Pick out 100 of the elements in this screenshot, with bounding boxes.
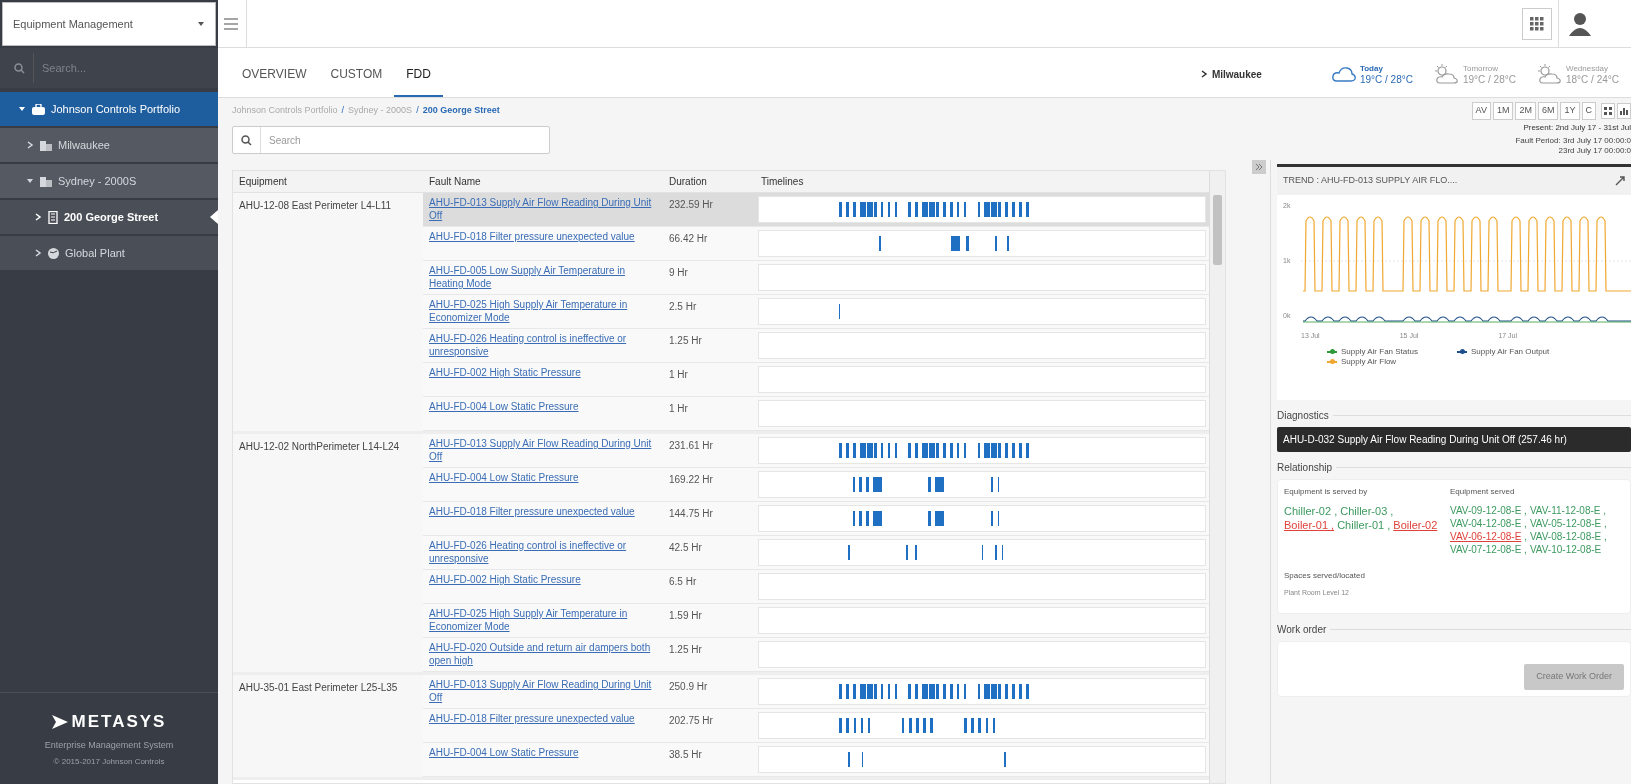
table-row[interactable]: AHU-FD-026 Heating control is ineffective or unresponsive 1.25 Hr (423, 329, 1209, 363)
range-button[interactable]: 2M (1515, 102, 1536, 120)
tree-item[interactable]: 200 George Street (0, 200, 218, 234)
bar-chart-icon (1620, 107, 1628, 115)
table-cell: AHU-35-01 East Perimeter L25-L35 (233, 675, 423, 777)
range-button[interactable]: 1Y (1560, 102, 1580, 120)
fault-link[interactable]: AHU-FD-026 Heating control is ineffective or unresponsive (429, 539, 657, 565)
fault-link[interactable]: AHU-FD-025 High Supply Air Temperature in Economizer Mode (429, 607, 657, 633)
table-row[interactable]: AHU-FD-002 High Static Pressure 1 Hr (423, 363, 1209, 397)
tree-item[interactable]: Sydney - 2000S (0, 164, 218, 198)
equipment-name: VAV-10-12-08-E (1529, 543, 1602, 556)
fault-link[interactable]: AHU-FD-013 Supply Air Flow Reading During Unit Off (429, 437, 657, 463)
range-button[interactable]: C (1581, 102, 1596, 120)
equipment-name: VAV-05-12-08-E , (1529, 517, 1607, 530)
chevron-right-icon[interactable] (26, 141, 34, 149)
range-button[interactable]: 6M (1537, 102, 1559, 120)
table-row[interactable]: AHU-FD-004 Low Static Pressure 169.22 Hr (423, 468, 1209, 502)
apps-button[interactable] (1522, 7, 1552, 40)
collapse-button[interactable] (1252, 160, 1266, 174)
tab[interactable]: OVERVIEW (230, 53, 319, 97)
fault-link[interactable]: AHU-FD-002 High Static Pressure (429, 573, 657, 586)
weather-day: Wednesday (1565, 63, 1619, 74)
table-row[interactable]: AHU-FD-004 Low Static Pressure 38.5 Hr (423, 743, 1209, 777)
caret-down-icon[interactable] (26, 177, 34, 185)
equipment-link[interactable]: Boiler-02 (1393, 518, 1438, 532)
fault-link[interactable]: AHU-FD-013 Supply Air Flow Reading During Unit Off (429, 678, 657, 704)
table-row[interactable]: AHU-FD-013 Supply Air Flow Reading During Unit Off 231.61 Hr (423, 434, 1209, 468)
table-cell-text: 232.59 Hr (668, 198, 714, 212)
fault-link[interactable]: AHU-FD-004 Low Static Pressure (429, 471, 657, 484)
fault-link[interactable]: AHU-FD-020 Outside and return air dampers both open high (429, 641, 657, 667)
range-button[interactable]: 1M (1492, 102, 1514, 120)
table-row[interactable]: AHU-FD-026 Heating control is ineffective or unresponsive 42.5 Hr (423, 536, 1209, 570)
tree-item[interactable]: Johnson Controls Portfolio (0, 92, 218, 126)
table-row[interactable]: AHU-FD-018 Filter pressure unexpected value 144.75 Hr (423, 502, 1209, 536)
chevron-right-icon[interactable] (34, 249, 42, 257)
user-avatar-icon[interactable] (1569, 11, 1591, 36)
column-header: Equipment (238, 175, 288, 189)
caret-down-icon[interactable] (18, 105, 26, 113)
search-field[interactable]: Search (232, 126, 550, 154)
table-row[interactable]: AHU-FD-013 Supply Air Flow Reading During Unit Off 250.9 Hr (423, 675, 1209, 709)
fault-link[interactable]: AHU-FD-018 Filter pressure unexpected value (429, 505, 657, 518)
double-chevron-icon (1255, 163, 1263, 171)
grid-icon (1530, 16, 1544, 31)
search-icon (14, 62, 25, 74)
table-cell-text: 1.25 Hr (668, 334, 703, 348)
fault-link[interactable]: AHU-FD-026 Heating control is ineffective or unresponsive (429, 332, 657, 358)
section-title: Relationship (1277, 461, 1333, 475)
breadcrumb-separator: / (341, 104, 345, 118)
fault-link[interactable]: AHU-FD-002 High Static Pressure (429, 366, 657, 379)
table-cell-text: 66.42 Hr (668, 232, 709, 246)
section-title: Diagnostics (1277, 409, 1329, 423)
fault-link[interactable]: AHU-FD-018 Filter pressure unexpected value (429, 712, 657, 725)
tagline: Enterprise Management System (44, 738, 174, 752)
table-row[interactable]: AHU-FD-004 Low Static Pressure 1 Hr (423, 397, 1209, 431)
fault-link[interactable]: AHU-FD-005 Low Supply Air Temperature in Heating Mode (429, 264, 657, 290)
table-row[interactable]: AHU-FD-025 High Supply Air Temperature in Economizer Mode 2.5 Hr (423, 295, 1209, 329)
tab[interactable]: FDD (394, 53, 443, 97)
table-row[interactable]: AHU-FD-025 High Supply Air Temperature in Economizer Mode 1.59 Hr (423, 604, 1209, 638)
logo-text: METASYS (71, 711, 167, 733)
table-cell-text: 1.25 Hr (668, 643, 703, 657)
search-field[interactable]: Search... (0, 48, 218, 88)
fault-link[interactable]: AHU-FD-013 Supply Air Flow Reading During Unit Off (429, 196, 657, 222)
column-header: Fault Name (428, 175, 482, 189)
equipment-link[interactable]: VAV-06-12-08-E (1450, 530, 1522, 543)
table-cell-text: 250.9 Hr (668, 680, 709, 694)
scrollbar[interactable] (1209, 171, 1225, 783)
legend-label: Supply Air Flow (1341, 357, 1397, 367)
fault-link[interactable]: AHU-FD-004 Low Static Pressure (429, 746, 657, 759)
chart-view-button[interactable] (1617, 103, 1631, 119)
fault-link[interactable]: AHU-FD-025 High Supply Air Temperature in Economizer Mode (429, 298, 657, 324)
equipment-name: VAV-04-12-08-E , (1450, 517, 1527, 530)
module-dropdown[interactable]: Equipment Management (2, 2, 216, 46)
table-row[interactable]: AHU-FD-005 Low Supply Air Temperature in Heating Mode 9 Hr (423, 261, 1209, 295)
equipment-link[interactable]: Boiler-01 , (1284, 518, 1335, 532)
equipment-name: Chiller-02 , (1284, 504, 1338, 518)
tree-item[interactable]: Milwaukee (0, 128, 218, 162)
fault-period: Fault Period: 3rd July 17 00:00:0 (1515, 136, 1631, 146)
section-title: Work order (1277, 622, 1327, 637)
table-row[interactable]: AHU-FD-020 Outside and return air dampers both open high 1.25 Hr (423, 638, 1209, 672)
tree-item[interactable]: Global Plant (0, 236, 218, 270)
table-row[interactable]: AHU-FD-013 Supply Air Flow Reading During Unit Off 232.59 Hr (423, 193, 1209, 227)
field-label: Equipment served (1450, 486, 1516, 498)
grid-view-button[interactable] (1601, 103, 1615, 119)
weather-temperature: 19°C / 28°C (1462, 74, 1516, 85)
legend-label: Supply Air Fan Status (1341, 347, 1418, 357)
fault-link[interactable]: AHU-FD-018 Filter pressure unexpected value (429, 230, 657, 243)
tab[interactable]: CUSTOM (318, 53, 395, 97)
field-label: Equipment is served by (1284, 486, 1369, 498)
fault-link[interactable]: AHU-FD-004 Low Static Pressure (429, 400, 657, 413)
column-header: Duration (668, 175, 708, 189)
location-dropdown[interactable]: Milwaukee (1199, 66, 1262, 82)
range-button[interactable]: AV (1471, 102, 1491, 120)
table-cell-text: 202.75 Hr (668, 714, 714, 728)
weather-temperature: 19°C / 28°C (1359, 74, 1413, 85)
table-row[interactable]: AHU-FD-018 Filter pressure unexpected value 66.42 Hr (423, 227, 1209, 261)
expand-icon[interactable] (1615, 176, 1625, 186)
equipment-name: VAV-11-12-08-E , (1529, 504, 1607, 517)
table-row[interactable]: AHU-FD-018 Filter pressure unexpected value 202.75 Hr (423, 709, 1209, 743)
table-row[interactable]: AHU-FD-002 High Static Pressure 6.5 Hr (423, 570, 1209, 604)
table-cell-text: 1.59 Hr (668, 609, 703, 623)
